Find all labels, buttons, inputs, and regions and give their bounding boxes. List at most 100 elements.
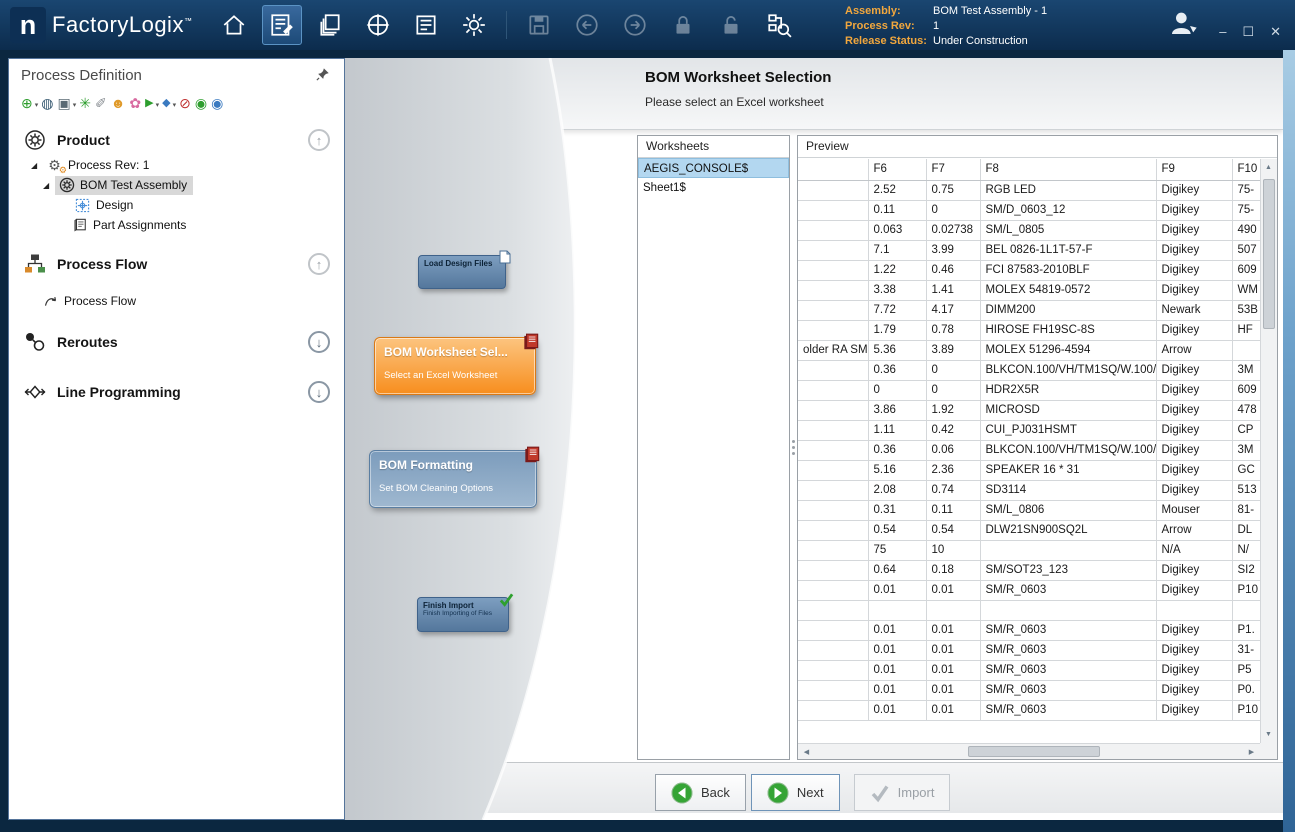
play-icon[interactable]: ▶ (145, 98, 153, 109)
close-button[interactable]: ✕ (1270, 24, 1281, 40)
worksheet-item[interactable]: AEGIS_CONSOLE$ (638, 158, 789, 178)
preview-row[interactable]: 2.520.75RGB LEDDigikey75- (798, 180, 1260, 200)
block-icon[interactable]: ⊘ (179, 96, 191, 110)
preview-row[interactable]: 1.220.46FCI 87583-2010BLFDigikey609 (798, 260, 1260, 280)
layers-dropdown-icon[interactable]: ▾ (173, 101, 177, 109)
preview-row[interactable]: 7.13.99BEL 0826-1L1T-57-FDigikey507 (798, 240, 1260, 260)
play-dropdown-icon[interactable]: ▾ (156, 101, 160, 109)
globe-icon[interactable]: ◍ (41, 96, 53, 110)
step-finish-import[interactable]: Finish Import Finish Importing of Files (417, 597, 509, 632)
scroll-left-icon[interactable]: ◀ (799, 744, 814, 759)
preview-column-header[interactable] (798, 159, 868, 180)
start-icon[interactable]: ◉ (195, 96, 207, 110)
sync-icon[interactable]: ✳ (79, 96, 91, 110)
vertical-scroll-thumb[interactable] (1263, 179, 1275, 329)
user-profile-icon[interactable] (1168, 8, 1200, 40)
preview-row[interactable] (798, 600, 1260, 620)
redo-icon[interactable] (615, 5, 655, 45)
print-dropdown-icon[interactable]: ▾ (73, 101, 77, 109)
preview-row[interactable]: 0.010.01SM/R_0603DigikeyP10 (798, 580, 1260, 600)
back-button[interactable]: Back (655, 774, 746, 811)
preview-row[interactable]: 0.010.01SM/R_0603DigikeyP5 (798, 660, 1260, 680)
step-bom-formatting[interactable]: BOM Formatting Set BOM Cleaning Options (369, 450, 537, 508)
step-bom-worksheet-selection[interactable]: BOM Worksheet Sel... Select an Excel Wor… (374, 337, 536, 395)
preview-row[interactable]: 0.110SM/D_0603_12Digikey75- (798, 200, 1260, 220)
preview-column-header[interactable]: F7 (926, 159, 980, 180)
expand-down-icon[interactable]: ↓ (308, 381, 330, 403)
tree-item-process-flow[interactable]: Process Flow (9, 291, 344, 311)
step-load-design-files[interactable]: Load Design Files (418, 255, 506, 289)
add-icon[interactable]: ⊕ (21, 96, 33, 110)
print-icon[interactable]: ▣ (57, 96, 70, 110)
tree-item-part-assignments[interactable]: Part Assignments (9, 215, 344, 235)
expander-icon[interactable]: ◢ (31, 161, 43, 170)
pause-icon[interactable]: ◉ (211, 96, 223, 110)
tree-item-process-rev[interactable]: ◢ ⚙⚙ Process Rev: 1 (9, 155, 344, 175)
settings-icon[interactable] (454, 5, 494, 45)
preview-row[interactable]: 0.010.01SM/R_0603Digikey31- (798, 640, 1260, 660)
worksheet-item[interactable]: Sheet1$ (638, 178, 789, 198)
preview-row[interactable]: 00HDR2X5RDigikey609 (798, 380, 1260, 400)
preview-row[interactable]: 1.790.78HIROSE FH19SC-8SDigikeyHF (798, 320, 1260, 340)
flow-search-icon[interactable] (759, 5, 799, 45)
import-button[interactable]: Import (854, 774, 951, 811)
preview-row[interactable]: 0.540.54DLW21SN900SQ2LArrowDL (798, 520, 1260, 540)
collapse-up-icon[interactable]: ↑ (308, 129, 330, 151)
expand-down-icon[interactable]: ↓ (308, 331, 330, 353)
user-icon[interactable]: ☻ (111, 96, 126, 110)
lock-icon[interactable] (663, 5, 703, 45)
pen-icon[interactable]: ✐ (95, 96, 107, 110)
section-process-flow[interactable]: Process Flow ↑ (9, 249, 344, 279)
preview-row[interactable]: 0.640.18SM/SOT23_123DigikeySI2 (798, 560, 1260, 580)
vertical-scrollbar[interactable]: ▲ ▼ (1260, 159, 1277, 743)
section-product[interactable]: Product ↑ (9, 125, 344, 155)
expander-icon[interactable]: ◢ (43, 181, 55, 190)
preview-row[interactable]: 1.110.42CUI_PJ031HSMTDigikeyCP (798, 420, 1260, 440)
home-icon[interactable] (214, 5, 254, 45)
horizontal-scrollbar[interactable]: ◀ ▶ (798, 743, 1260, 759)
preview-row[interactable]: 7510N/AN/ (798, 540, 1260, 560)
next-button[interactable]: Next (751, 774, 840, 811)
preview-column-header[interactable]: F6 (868, 159, 926, 180)
scroll-up-icon[interactable]: ▲ (1261, 160, 1276, 175)
preview-row[interactable]: 0.360.06BLKCON.100/VH/TM1SQ/W.100/2Digik… (798, 440, 1260, 460)
scroll-right-icon[interactable]: ▶ (1244, 744, 1259, 759)
section-reroutes[interactable]: Reroutes ↓ (9, 327, 344, 357)
section-line-programming[interactable]: Line Programming ↓ (9, 377, 344, 407)
horizontal-scroll-thumb[interactable] (968, 746, 1100, 757)
preview-row[interactable]: 0.310.11SM/L_0806Mouser81- (798, 500, 1260, 520)
scroll-down-icon[interactable]: ▼ (1261, 727, 1276, 742)
preview-row[interactable]: 0.0630.02738SM/L_0805Digikey490 (798, 220, 1260, 240)
preview-row[interactable]: 0.010.01SM/R_0603DigikeyP10 (798, 700, 1260, 720)
add-dropdown-icon[interactable]: ▾ (35, 101, 39, 109)
maximize-button[interactable]: ☐ (1242, 24, 1254, 40)
panel-splitter[interactable] (790, 135, 797, 760)
preview-row[interactable]: 3.861.92MICROSDDigikey478 (798, 400, 1260, 420)
minimize-button[interactable]: – (1219, 24, 1226, 40)
save-icon[interactable] (519, 5, 559, 45)
collapse-up-icon[interactable]: ↑ (308, 253, 330, 275)
preview-row[interactable]: older RA SMD5.363.89MOLEX 51296-4594Arro… (798, 340, 1260, 360)
preview-row[interactable]: 0.360BLKCON.100/VH/TM1SQ/W.100/2Digikey3… (798, 360, 1260, 380)
preview-row[interactable]: 7.724.17DIMM200Newark53B (798, 300, 1260, 320)
preview-row[interactable]: 5.162.36SPEAKER 16 * 31DigikeyGC (798, 460, 1260, 480)
tree-item-bom-test-assembly[interactable]: ◢ BOM Test Assembly (9, 175, 344, 195)
reports-icon[interactable] (406, 5, 446, 45)
unlock-icon[interactable] (711, 5, 751, 45)
layers-icon[interactable]: ◆ (162, 98, 170, 109)
pin-icon[interactable] (316, 67, 332, 83)
process-definition-icon[interactable] (262, 5, 302, 45)
navigation-icon[interactable] (358, 5, 398, 45)
preview-row[interactable]: 0.010.01SM/R_0603DigikeyP0. (798, 680, 1260, 700)
preview-row[interactable]: 2.080.74SD3114Digikey513 (798, 480, 1260, 500)
undo-icon[interactable] (567, 5, 607, 45)
preview-row[interactable]: 0.010.01SM/R_0603DigikeyP1. (798, 620, 1260, 640)
preview-cell: 5.36 (868, 340, 926, 360)
preview-column-header[interactable]: F9 (1156, 159, 1232, 180)
preview-column-header[interactable]: F10 (1232, 159, 1260, 180)
preview-column-header[interactable]: F8 (980, 159, 1156, 180)
materials-icon[interactable] (310, 5, 350, 45)
preview-row[interactable]: 3.381.41MOLEX 54819-0572DigikeyWM (798, 280, 1260, 300)
tree-item-design[interactable]: Design (9, 195, 344, 215)
flower-icon[interactable]: ✿ (129, 96, 141, 110)
